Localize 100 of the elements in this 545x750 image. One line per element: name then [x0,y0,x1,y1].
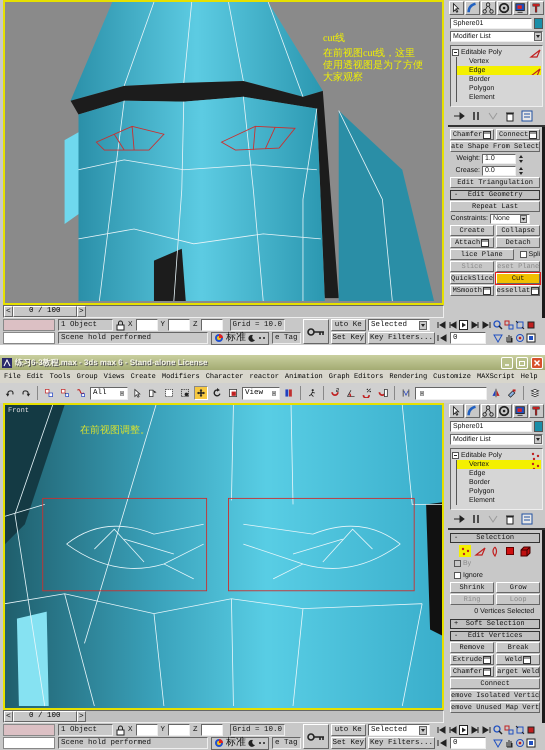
script-listener-input[interactable] [3,737,55,749]
configure-sets-icon[interactable] [521,513,533,525]
layers-icon[interactable] [528,386,542,400]
ime-toolbar[interactable]: 标准 [211,736,269,750]
pointer-icon[interactable] [449,1,464,15]
pin-icon[interactable] [453,110,465,122]
pan-hand-icon[interactable] [504,333,514,343]
rectangle-region-icon[interactable] [162,386,176,400]
trash-icon[interactable] [504,513,516,525]
scrollbar[interactable] [542,127,545,318]
settings-box-icon[interactable] [483,130,492,139]
link-icon[interactable] [42,386,56,400]
zoom-extents-all-icon[interactable] [526,725,536,735]
toolbar-dropdown[interactable] [415,386,487,400]
close-button[interactable] [531,356,543,368]
vertex-mode-icon[interactable] [459,544,472,556]
lock-icon[interactable] [116,320,125,330]
hierarchy-icon[interactable] [481,404,496,418]
key-step-icon[interactable] [437,333,448,343]
bend-icon[interactable] [465,404,480,418]
crossing-icon[interactable] [178,386,192,400]
move-icon[interactable] [194,386,208,400]
maximize-viewport-icon[interactable] [526,738,536,748]
zoom-extents-icon[interactable] [515,725,526,735]
coordinate-field[interactable] [136,724,158,736]
zoom-all-icon[interactable] [504,725,514,735]
settings-box-icon[interactable] [483,655,492,664]
motion-circle-icon[interactable] [497,1,512,15]
ime-toolbar[interactable]: 标准 [211,332,269,344]
object-color-swatch[interactable] [534,421,543,432]
hammer-icon[interactable] [529,404,544,418]
skip-start-icon[interactable] [437,725,448,735]
pin-icon[interactable] [453,513,465,525]
bind-icon[interactable] [74,386,88,400]
next-frame-icon[interactable] [470,320,480,330]
play-icon[interactable] [459,725,470,735]
previous-frame-icon[interactable] [448,320,458,330]
settings-box-icon[interactable] [523,655,532,664]
lock-icon[interactable] [116,724,125,736]
trash-icon[interactable] [504,110,516,122]
moon-icon[interactable] [248,334,256,342]
percent-snap-icon[interactable] [360,386,374,400]
field-of-view-icon[interactable] [493,333,504,343]
spinner-snap-icon[interactable] [376,386,390,400]
arc-rotate-icon[interactable] [515,738,526,748]
monitor-icon[interactable] [513,404,528,418]
scale-icon[interactable] [226,386,240,400]
settings-box-icon[interactable] [483,667,492,676]
spinner-arrows-icon[interactable] [518,166,524,176]
polygon-mode-icon[interactable] [504,544,516,556]
next-frame-icon[interactable] [470,725,480,735]
zoom-extents-all-icon[interactable] [526,320,536,330]
script-listener-input[interactable] [3,332,55,344]
object-color-swatch[interactable] [534,18,543,29]
hammer-icon[interactable] [529,1,544,15]
skip-end-icon[interactable] [481,725,492,735]
maximize-viewport-icon[interactable] [526,333,536,343]
settings-box-icon[interactable] [481,238,490,247]
monitor-icon[interactable] [513,1,528,15]
hierarchy-icon[interactable] [481,1,496,15]
skip-end-icon[interactable] [481,320,492,330]
element-mode-icon[interactable] [519,544,532,556]
zoom-all-icon[interactable] [504,320,514,330]
zoom-icon[interactable] [493,725,504,735]
motion-circle-icon[interactable] [497,404,512,418]
pointer-icon[interactable] [449,404,464,418]
key-mode-button[interactable] [302,724,329,749]
punctuation-icon[interactable] [258,739,266,747]
zoom-extents-icon[interactable] [515,320,526,330]
coordinate-field[interactable] [200,724,223,736]
checkbox[interactable] [520,251,527,258]
field-of-view-icon[interactable] [493,738,504,748]
bend-icon[interactable] [465,1,480,15]
settings-box-icon[interactable] [531,286,540,295]
script-listener-field[interactable] [3,319,55,331]
unlink-icon[interactable] [58,386,72,400]
scrollbar[interactable] [542,530,545,723]
collapse-box-icon[interactable] [452,49,459,56]
play-icon[interactable] [459,320,470,330]
punctuation-icon[interactable] [258,334,266,342]
collapse-box-icon[interactable] [452,452,459,459]
coordinate-field[interactable] [168,319,190,331]
ime-mode-label[interactable]: 标准 [226,737,246,749]
previous-frame-button[interactable]: < [4,711,13,722]
previous-frame-button[interactable]: < [4,306,13,317]
coordinate-field[interactable] [136,319,158,331]
checkbox[interactable] [454,572,461,579]
script-listener-field[interactable] [3,724,55,736]
settings-box-icon[interactable] [483,286,491,295]
arc-rotate-icon[interactable] [515,333,526,343]
configure-sets-icon[interactable] [521,110,533,122]
spinner-arrows-icon[interactable] [518,154,524,164]
coordinate-field[interactable] [168,724,190,736]
ime-mode-label[interactable]: 标准 [226,332,246,344]
moon-icon[interactable] [248,739,256,747]
key-step-icon[interactable] [437,738,448,748]
edge-mode-icon[interactable] [474,544,486,556]
skip-start-icon[interactable] [437,320,448,330]
previous-frame-icon[interactable] [448,725,458,735]
zoom-icon[interactable] [493,320,504,330]
